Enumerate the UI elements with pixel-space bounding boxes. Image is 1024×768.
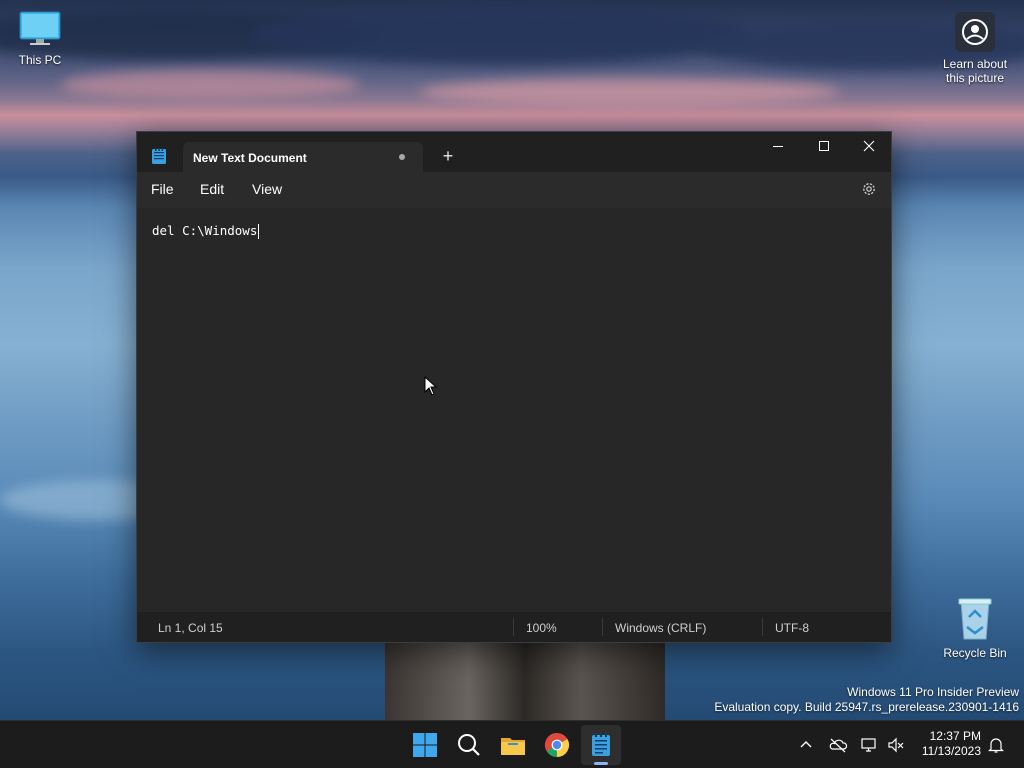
mouse-pointer-icon bbox=[424, 376, 438, 396]
desktop-icon-this-pc[interactable]: This PC bbox=[0, 10, 80, 67]
minimize-icon bbox=[773, 146, 783, 147]
status-zoom[interactable]: 100% bbox=[526, 621, 557, 635]
notepad-icon[interactable] bbox=[587, 731, 615, 759]
maximize-icon bbox=[819, 141, 829, 151]
taskbar: 12:37 PM 11/13/2023 bbox=[0, 720, 1024, 768]
notepad-app-icon bbox=[152, 148, 166, 164]
status-line-ending[interactable]: Windows (CRLF) bbox=[615, 621, 706, 635]
status-divider bbox=[602, 618, 603, 636]
new-tab-button[interactable]: + bbox=[437, 145, 459, 167]
editor-content: del C:\Windows bbox=[152, 223, 260, 239]
close-icon bbox=[863, 140, 875, 152]
file-explorer-icon[interactable] bbox=[499, 731, 527, 759]
maximize-button[interactable] bbox=[801, 132, 847, 162]
desktop-icon-learn-about-picture[interactable]: Learn about this picture bbox=[935, 12, 1015, 85]
title-bar[interactable]: New Text Document + bbox=[137, 132, 891, 172]
watermark-line-1: Windows 11 Pro Insider Preview bbox=[847, 685, 1019, 699]
status-cursor-position: Ln 1, Col 15 bbox=[158, 621, 223, 635]
volume-mute-icon[interactable] bbox=[886, 735, 906, 755]
tab-title: New Text Document bbox=[193, 151, 307, 165]
editor-text: del C:\Windows bbox=[152, 223, 258, 238]
system-clock[interactable]: 12:37 PM 11/13/2023 bbox=[922, 729, 981, 759]
clock-time: 12:37 PM bbox=[929, 729, 981, 743]
desktop-icon-label: Learn about this picture bbox=[942, 57, 1008, 85]
settings-gear-icon[interactable] bbox=[861, 181, 877, 197]
status-divider bbox=[513, 618, 514, 636]
recycle-bin-icon bbox=[958, 598, 992, 640]
status-divider bbox=[762, 618, 763, 636]
menu-view[interactable]: View bbox=[252, 181, 282, 197]
unsaved-dot-icon[interactable] bbox=[399, 154, 405, 160]
search-icon[interactable] bbox=[455, 731, 483, 759]
minimize-button[interactable] bbox=[755, 132, 801, 162]
evaluation-watermark: Windows 11 Pro Insider Preview Evaluatio… bbox=[714, 685, 1019, 715]
status-encoding[interactable]: UTF-8 bbox=[775, 621, 809, 635]
monitor-icon bbox=[19, 11, 61, 45]
document-tab[interactable]: New Text Document bbox=[183, 142, 423, 172]
running-indicator bbox=[594, 762, 608, 765]
start-icon[interactable] bbox=[411, 731, 439, 759]
chrome-icon[interactable] bbox=[543, 731, 571, 759]
menu-file[interactable]: File bbox=[151, 181, 174, 197]
text-caret bbox=[258, 224, 260, 239]
desktop-icon-label: This PC bbox=[18, 53, 62, 67]
notepad-window: New Text Document + File Edit View del C… bbox=[136, 131, 892, 643]
desktop-icon-recycle-bin[interactable]: Recycle Bin bbox=[935, 597, 1015, 660]
menu-edit[interactable]: Edit bbox=[200, 181, 224, 197]
onedrive-icon[interactable] bbox=[828, 735, 848, 755]
desktop-icon-label: Recycle Bin bbox=[943, 646, 1007, 660]
watermark-line-2: Evaluation copy. Build 25947.rs_prerelea… bbox=[714, 700, 1019, 714]
pier-image bbox=[385, 643, 665, 721]
text-editor[interactable]: del C:\Windows bbox=[137, 208, 891, 612]
menu-bar: File Edit View bbox=[137, 172, 891, 208]
notification-bell-icon[interactable] bbox=[986, 735, 1006, 755]
network-icon[interactable] bbox=[859, 735, 879, 755]
camera-info-icon bbox=[955, 12, 995, 52]
status-bar: Ln 1, Col 15 100% Windows (CRLF) UTF-8 bbox=[137, 612, 891, 642]
close-button[interactable] bbox=[846, 132, 892, 162]
chevron-up-icon[interactable] bbox=[796, 735, 816, 755]
clock-date: 11/13/2023 bbox=[921, 744, 981, 758]
